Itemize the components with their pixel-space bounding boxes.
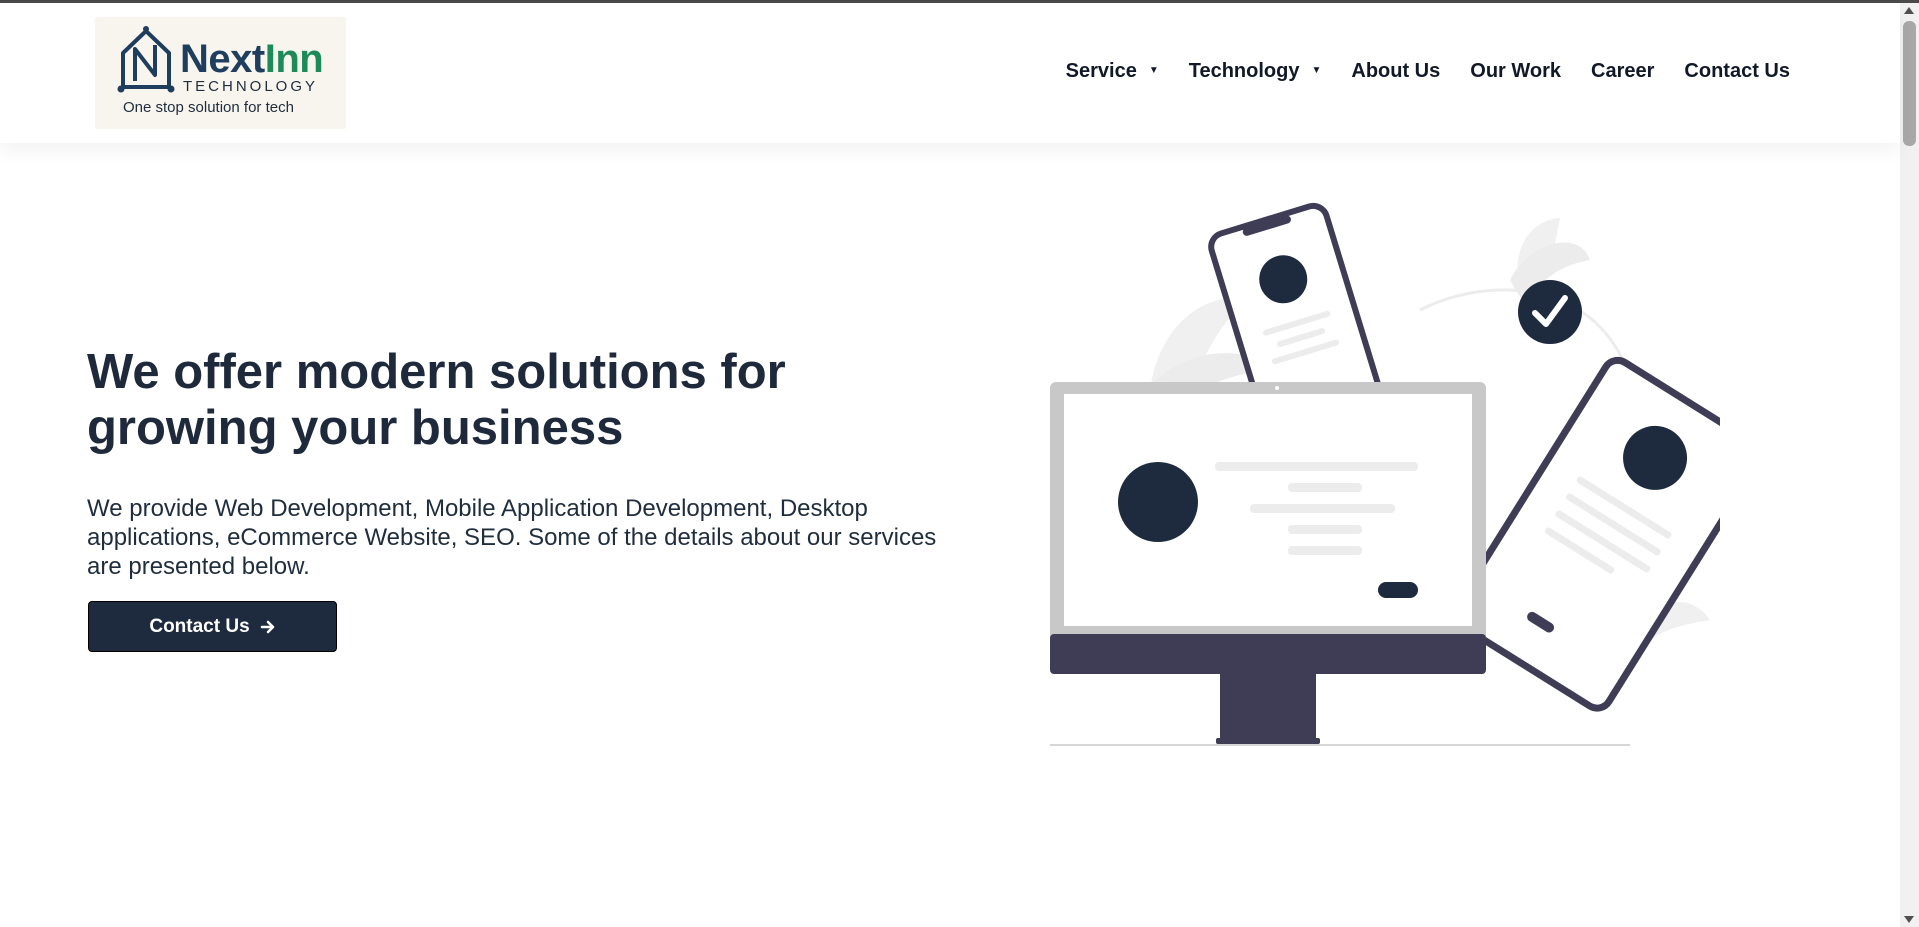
logo-wordmark: NextInn xyxy=(180,37,324,81)
contact-us-button-label: Contact Us xyxy=(149,615,250,637)
logo-name-part2: Inn xyxy=(264,37,324,81)
chevron-down-icon: ▼ xyxy=(1148,65,1159,76)
scroll-up-arrow-icon[interactable] xyxy=(1904,7,1914,14)
brand-logo[interactable]: NextInn TECHNOLOGY One stop solution for… xyxy=(95,17,346,129)
hero-title: We offer modern solutions for growing yo… xyxy=(87,345,786,455)
chevron-down-icon: ▼ xyxy=(1311,65,1322,76)
nav-technology[interactable]: Technology ▼ xyxy=(1189,60,1322,83)
logo-mark-icon xyxy=(117,26,175,93)
nav-technology-label: Technology xyxy=(1188,60,1300,82)
scroll-down-arrow-icon[interactable] xyxy=(1904,916,1914,923)
vertical-scrollbar[interactable] xyxy=(1900,3,1919,927)
logo-name-part1: Next xyxy=(180,37,265,81)
contact-us-button[interactable]: Contact Us xyxy=(88,601,337,652)
tablet-illustration xyxy=(1450,356,1720,712)
monitor-illustration xyxy=(1050,382,1486,744)
nav-career[interactable]: Career xyxy=(1591,60,1654,83)
nav-our-work[interactable]: Our Work xyxy=(1470,60,1561,83)
logo-subtitle: TECHNOLOGY xyxy=(183,78,319,95)
nav-service-label: Service xyxy=(1065,60,1137,82)
nav-about-us[interactable]: About Us xyxy=(1351,60,1440,83)
scrollbar-thumb[interactable] xyxy=(1903,21,1916,146)
nav-service[interactable]: Service ▼ xyxy=(1066,60,1159,83)
nav-contact-us[interactable]: Contact Us xyxy=(1684,60,1790,83)
hero-description: We provide Web Development, Mobile Appli… xyxy=(87,495,937,580)
main-nav: Service ▼ Technology ▼ About Us Our Work… xyxy=(1036,60,1790,83)
arrow-right-icon xyxy=(260,620,274,633)
logo-tagline: One stop solution for tech xyxy=(123,99,294,116)
site-header: NextInn TECHNOLOGY One stop solution for… xyxy=(0,3,1900,143)
hero-illustration xyxy=(1050,202,1720,746)
check-badge-icon xyxy=(1518,280,1582,344)
